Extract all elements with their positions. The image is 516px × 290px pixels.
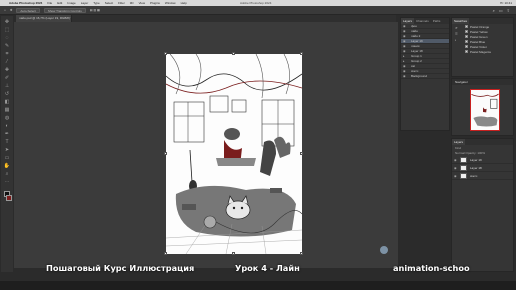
more-tools-icon[interactable]: ⋯: [3, 179, 11, 185]
dodge-tool-icon[interactable]: ◐: [3, 123, 11, 129]
swatch-chip: [465, 35, 468, 38]
layer-row[interactable]: ◉ Layer 19: [452, 156, 513, 164]
lasso-tool-icon[interactable]: ◌: [3, 35, 11, 41]
stamp-tool-icon[interactable]: ⊥: [3, 83, 11, 89]
artwork-canvas[interactable]: [166, 54, 302, 254]
navigator-preview: [471, 93, 499, 127]
canvas-area[interactable]: [14, 22, 398, 268]
show-transform-toggle[interactable]: Show Transform Controls: [43, 7, 86, 13]
transform-handle-mr[interactable]: [300, 152, 303, 155]
auto-select-toggle[interactable]: Auto-Select: [16, 7, 40, 13]
history-brush-icon[interactable]: ↺: [3, 91, 11, 97]
shape-tool-icon[interactable]: ▭: [3, 155, 11, 161]
layers-panel-compact: Layers Channels Paths ◉ фон ◉ лайн ◉ лайн 2…: [400, 17, 450, 131]
menu-image[interactable]: Image: [67, 1, 75, 5]
menu-select[interactable]: Select: [105, 1, 113, 5]
swatches-panel: Swatches ↺ ☰ ◐ Pastel Orange Pastel Yell…: [451, 17, 514, 77]
menu-filter[interactable]: Filter: [118, 1, 125, 5]
quick-select-icon[interactable]: ✎: [3, 43, 11, 49]
swatch-chip: [465, 50, 468, 53]
transform-handle-bl[interactable]: [164, 252, 167, 255]
menu-3d[interactable]: 3D: [130, 1, 134, 5]
layer-row[interactable]: ◉ Layer 18: [452, 164, 513, 172]
swatch-chip: [465, 25, 468, 28]
mouse-cursor-highlight: [380, 246, 388, 254]
lineart-illustration: [166, 54, 302, 254]
eyedropper-icon[interactable]: ⁄: [3, 59, 11, 65]
menubar-clock: Пт 10:41: [500, 1, 512, 5]
transform-handle-tr[interactable]: [300, 52, 303, 55]
path-select-icon[interactable]: ➤: [3, 147, 11, 153]
transform-handle-br[interactable]: [300, 252, 303, 255]
course-title-caption: Пошаговый Курс Иллюстрация: [46, 263, 195, 273]
panel-dock-icons: ↺ ☰ ◐: [455, 26, 458, 42]
tools-panel: ✥ ⬚ ◌ ✎ ⌗ ⁄ ✚ ✐ ⊥ ↺ ◧ ▦ ◍ ◐ ✒ T ➤ ▭ ✋ ⌕ …: [1, 16, 13, 272]
eye-icon[interactable]: ◉: [403, 74, 406, 78]
swatch-row[interactable]: Pastel Magenta: [452, 49, 513, 54]
transform-handle-bm[interactable]: [232, 252, 235, 255]
share-icon[interactable]: ⇪: [507, 8, 510, 13]
layer-row[interactable]: ◉ Background: [401, 74, 449, 79]
menu-layer[interactable]: Layer: [81, 1, 89, 5]
layers-panel: Layers Kind Normal Opacity: 100% ◉ Layer …: [451, 138, 514, 272]
navigator-panel: Navigator: [451, 78, 514, 136]
layer-thumbnail: [460, 165, 467, 171]
align-icons[interactable]: ▤ ▥ ▦: [90, 8, 100, 12]
window-title: Adobe Photoshop 2024: [240, 1, 272, 5]
eye-icon[interactable]: ◉: [454, 172, 457, 180]
bottom-strip: [0, 281, 516, 290]
options-bar: ⌂ ✥ Auto-Select Show Transform Controls …: [0, 6, 516, 15]
swatch-chip: [465, 30, 468, 33]
move-tool-icon[interactable]: ✥: [3, 19, 11, 25]
adjustments-icon[interactable]: ◐: [455, 38, 458, 42]
workspace-icon[interactable]: ▭: [499, 8, 503, 13]
menu-app-name[interactable]: Adobe Photoshop 2024: [9, 1, 42, 5]
background-color-swatch[interactable]: [6, 195, 12, 201]
menu-view[interactable]: View: [139, 1, 145, 5]
search-icon[interactable]: ⌕: [493, 8, 495, 13]
move-tool-icon[interactable]: ✥: [10, 8, 13, 12]
history-icon[interactable]: ↺: [455, 26, 458, 30]
healing-brush-icon[interactable]: ✚: [3, 67, 11, 73]
menu-window[interactable]: Window: [165, 1, 176, 5]
crop-tool-icon[interactable]: ⌗: [3, 51, 11, 57]
blur-tool-icon[interactable]: ◍: [3, 115, 11, 121]
type-tool-icon[interactable]: T: [3, 139, 11, 145]
swatch-chip: [465, 40, 468, 43]
tab-layers-full[interactable]: Layers: [452, 139, 466, 145]
menu-file[interactable]: File: [47, 1, 52, 5]
marquee-tool-icon[interactable]: ⬚: [3, 27, 11, 33]
transform-handle-tl[interactable]: [164, 52, 167, 55]
layer-row[interactable]: ◉ скетч: [452, 172, 513, 180]
home-icon[interactable]: ⌂: [4, 8, 6, 12]
tab-swatches[interactable]: Swatches: [452, 18, 470, 24]
navigator-title[interactable]: Navigator: [452, 79, 513, 85]
hand-tool-icon[interactable]: ✋: [3, 163, 11, 169]
navigator-thumbnail[interactable]: [470, 89, 500, 131]
transform-handle-tm[interactable]: [232, 52, 235, 55]
menu-plugins[interactable]: Plugins: [150, 1, 160, 5]
menu-help[interactable]: Help: [181, 1, 187, 5]
options-right-icons: ⌕ ▭ ⇪: [493, 8, 510, 13]
lesson-title-caption: Урок 4 - Лайн: [235, 263, 300, 273]
eraser-tool-icon[interactable]: ◧: [3, 99, 11, 105]
swatch-chip: [465, 45, 468, 48]
zoom-tool-icon[interactable]: ⌕: [3, 171, 11, 177]
menu-type[interactable]: Type: [93, 1, 100, 5]
document-tab[interactable]: лайн.psd @ 16,7% (Layer 19, RGB/8) *: [16, 15, 72, 22]
layers-panel-tabs: Layers: [452, 139, 513, 145]
menu-edit[interactable]: Edit: [57, 1, 62, 5]
layer-thumbnail: [460, 157, 467, 163]
eye-icon[interactable]: ◉: [454, 156, 457, 164]
document-tab-bar: лайн.psd @ 16,7% (Layer 19, RGB/8) *: [16, 15, 396, 22]
gradient-tool-icon[interactable]: ▦: [3, 107, 11, 113]
pen-tool-icon[interactable]: ✒: [3, 131, 11, 137]
layer-thumbnail: [460, 173, 467, 179]
school-name-caption: animation-schoo: [393, 263, 470, 273]
eye-icon[interactable]: ◉: [454, 164, 457, 172]
brush-tool-icon[interactable]: ✐: [3, 75, 11, 81]
transform-handle-ml[interactable]: [164, 152, 167, 155]
properties-icon[interactable]: ☰: [455, 32, 458, 36]
